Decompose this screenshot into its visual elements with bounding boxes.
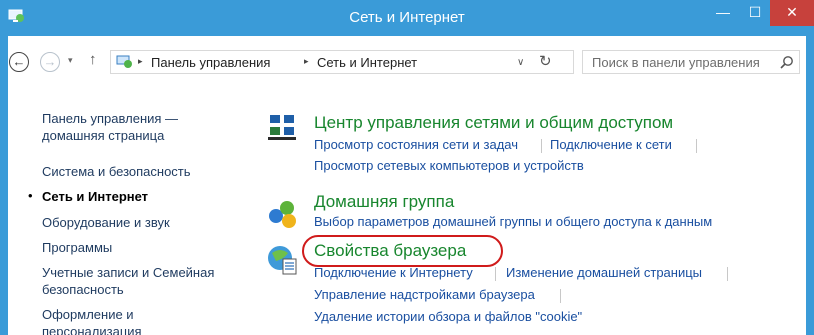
sidebar-item-control-panel-home-cont[interactable]: домашняя страница (42, 127, 164, 144)
control-panel-icon (116, 55, 132, 68)
sidebar-item-user-accounts[interactable]: Учетные записи и Семейная (42, 264, 214, 281)
link-connect-internet[interactable]: Подключение к Интернету (314, 265, 473, 280)
sidebar-item-appearance-cont[interactable]: персонализация (42, 323, 142, 335)
close-button[interactable]: ✕ (770, 0, 814, 26)
link-connect-network[interactable]: Подключение к сети (550, 137, 672, 152)
link-divider (495, 267, 496, 281)
sidebar-item-control-panel-home[interactable]: Панель управления — (42, 110, 178, 127)
refresh-icon[interactable]: ↻ (539, 52, 552, 70)
window-client: ← → ▾ ↑ ▸ Панель управления ▸ Сеть и Инт… (8, 36, 806, 335)
breadcrumb-control-panel[interactable]: Панель управления (151, 55, 270, 70)
up-button[interactable]: ↑ (89, 51, 97, 68)
window-frame: Сеть и Интернет — ☐ ✕ ← → ▾ ↑ ▸ Панель у… (0, 0, 814, 335)
link-delete-history[interactable]: Удаление истории обзора и файлов "cookie… (314, 309, 582, 324)
link-homegroup-options[interactable]: Выбор параметров домашней группы и общег… (314, 214, 712, 229)
category-title-network-center[interactable]: Центр управления сетями и общим доступом (314, 113, 673, 133)
address-bar[interactable]: ▸ Панель управления ▸ Сеть и Интернет ∨ … (110, 50, 574, 74)
navigation-bar: ← → ▾ ↑ ▸ Панель управления ▸ Сеть и Инт… (8, 36, 806, 86)
sidebar: Панель управления — домашняя страница Си… (8, 86, 244, 335)
maximize-button[interactable]: ☐ (740, 0, 770, 26)
link-divider (541, 139, 542, 153)
sidebar-item-system-security[interactable]: Система и безопасность (42, 163, 191, 180)
breadcrumb-network-internet[interactable]: Сеть и Интернет (317, 55, 417, 70)
breadcrumb-separator-icon: ▸ (304, 56, 309, 66)
current-item-bullet: • (28, 188, 33, 203)
search-icon[interactable] (780, 55, 794, 69)
highlight-ring (302, 235, 503, 267)
homegroup-icon (269, 201, 296, 228)
minimize-button[interactable]: — (708, 0, 738, 26)
sidebar-item-programs[interactable]: Программы (42, 239, 112, 256)
link-divider (727, 267, 728, 281)
title-bar[interactable]: Сеть и Интернет — ☐ ✕ (0, 0, 814, 36)
recent-locations-chevron-icon[interactable]: ▾ (68, 55, 73, 66)
link-divider (696, 139, 697, 153)
sidebar-item-user-accounts-cont[interactable]: безопасность (42, 281, 124, 298)
network-center-icon (268, 115, 296, 140)
search-placeholder: Поиск в панели управления (592, 55, 760, 70)
sidebar-item-network-internet: Сеть и Интернет (42, 189, 149, 204)
internet-options-icon (268, 246, 297, 275)
address-history-chevron-icon[interactable]: ∨ (517, 57, 524, 68)
category-title-homegroup[interactable]: Домашняя группа (314, 192, 454, 212)
search-input[interactable]: Поиск в панели управления (582, 50, 800, 74)
link-divider (560, 289, 561, 303)
back-button[interactable]: ← (9, 52, 29, 72)
sidebar-item-appearance[interactable]: Оформление и (42, 306, 134, 323)
link-network-status[interactable]: Просмотр состояния сети и задач (314, 137, 518, 152)
window-title: Сеть и Интернет (349, 9, 465, 26)
link-view-network-computers[interactable]: Просмотр сетевых компьютеров и устройств (314, 158, 584, 173)
forward-button[interactable]: → (40, 52, 60, 72)
link-change-homepage[interactable]: Изменение домашней страницы (506, 265, 702, 280)
breadcrumb-separator-icon: ▸ (138, 56, 143, 66)
link-manage-addons[interactable]: Управление надстройками браузера (314, 287, 535, 302)
sidebar-item-hardware-sound[interactable]: Оборудование и звук (42, 214, 170, 231)
